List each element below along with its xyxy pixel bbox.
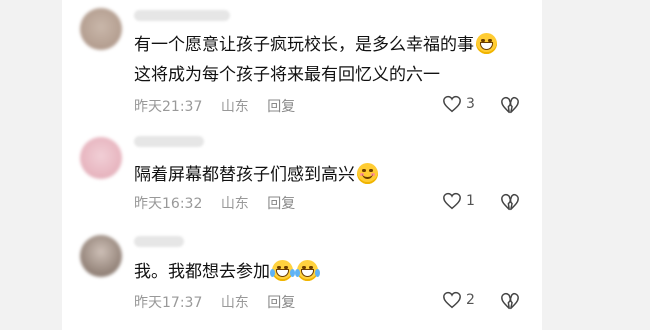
smile-icon — [357, 163, 378, 184]
comment-item: 有一个愿意让孩子疯玩校长，是多么幸福的事 这将成为每个孩子将来最有回忆义的六一 … — [62, 0, 542, 120]
laugh-cry-icon — [295, 260, 320, 281]
like-button[interactable]: 1 — [442, 192, 475, 210]
username-blurred[interactable] — [134, 10, 230, 21]
reply-button[interactable]: 回复 — [267, 99, 295, 115]
comment-meta: 昨天16:32 山东 回复 — [134, 193, 309, 213]
reply-button[interactable]: 回复 — [267, 295, 295, 311]
heart-icon — [443, 291, 461, 309]
comment-text-line: 我。我都想去参加 — [134, 260, 320, 283]
avatar[interactable] — [80, 8, 122, 50]
comment-time: 昨天17:37 — [134, 295, 203, 311]
like-button[interactable]: 3 — [442, 95, 475, 113]
laugh-cry-icon — [270, 260, 295, 281]
comment-meta: 昨天21:37 山东 回复 — [134, 96, 309, 116]
comment-item: 隔着屏幕都替孩子们感到高兴 昨天16:32 山东 回复 1 — [62, 120, 542, 220]
comment-text-line: 这将成为每个孩子将来最有回忆义的六一 — [134, 65, 440, 85]
username-blurred[interactable] — [134, 236, 184, 247]
heart-icon — [443, 95, 461, 113]
comment-location: 山东 — [220, 196, 249, 212]
broken-heart-icon[interactable] — [500, 193, 520, 211]
like-count: 3 — [466, 96, 475, 112]
comment-item: 我。我都想去参加 昨天17:37 山东 回复 2 — [62, 220, 542, 330]
comment-list: 有一个愿意让孩子疯玩校长，是多么幸福的事 这将成为每个孩子将来最有回忆义的六一 … — [62, 0, 542, 330]
broken-heart-icon[interactable] — [500, 96, 520, 114]
grin-icon — [476, 33, 497, 54]
comment-text-line: 隔着屏幕都替孩子们感到高兴 — [134, 163, 378, 186]
comment-time: 昨天16:32 — [134, 196, 203, 212]
heart-icon — [443, 192, 461, 210]
comment-text-line: 有一个愿意让孩子疯玩校长，是多么幸福的事 — [134, 33, 497, 56]
comment-location: 山东 — [220, 99, 249, 115]
like-button[interactable]: 2 — [442, 291, 475, 309]
comment-location: 山东 — [220, 295, 249, 311]
reply-button[interactable]: 回复 — [267, 196, 295, 212]
avatar[interactable] — [80, 235, 122, 277]
comment-meta: 昨天17:37 山东 回复 — [134, 292, 309, 312]
like-count: 1 — [466, 193, 475, 209]
broken-heart-icon[interactable] — [500, 292, 520, 310]
like-count: 2 — [466, 292, 475, 308]
avatar[interactable] — [80, 137, 122, 179]
username-blurred[interactable] — [134, 136, 204, 147]
comment-time: 昨天21:37 — [134, 99, 203, 115]
